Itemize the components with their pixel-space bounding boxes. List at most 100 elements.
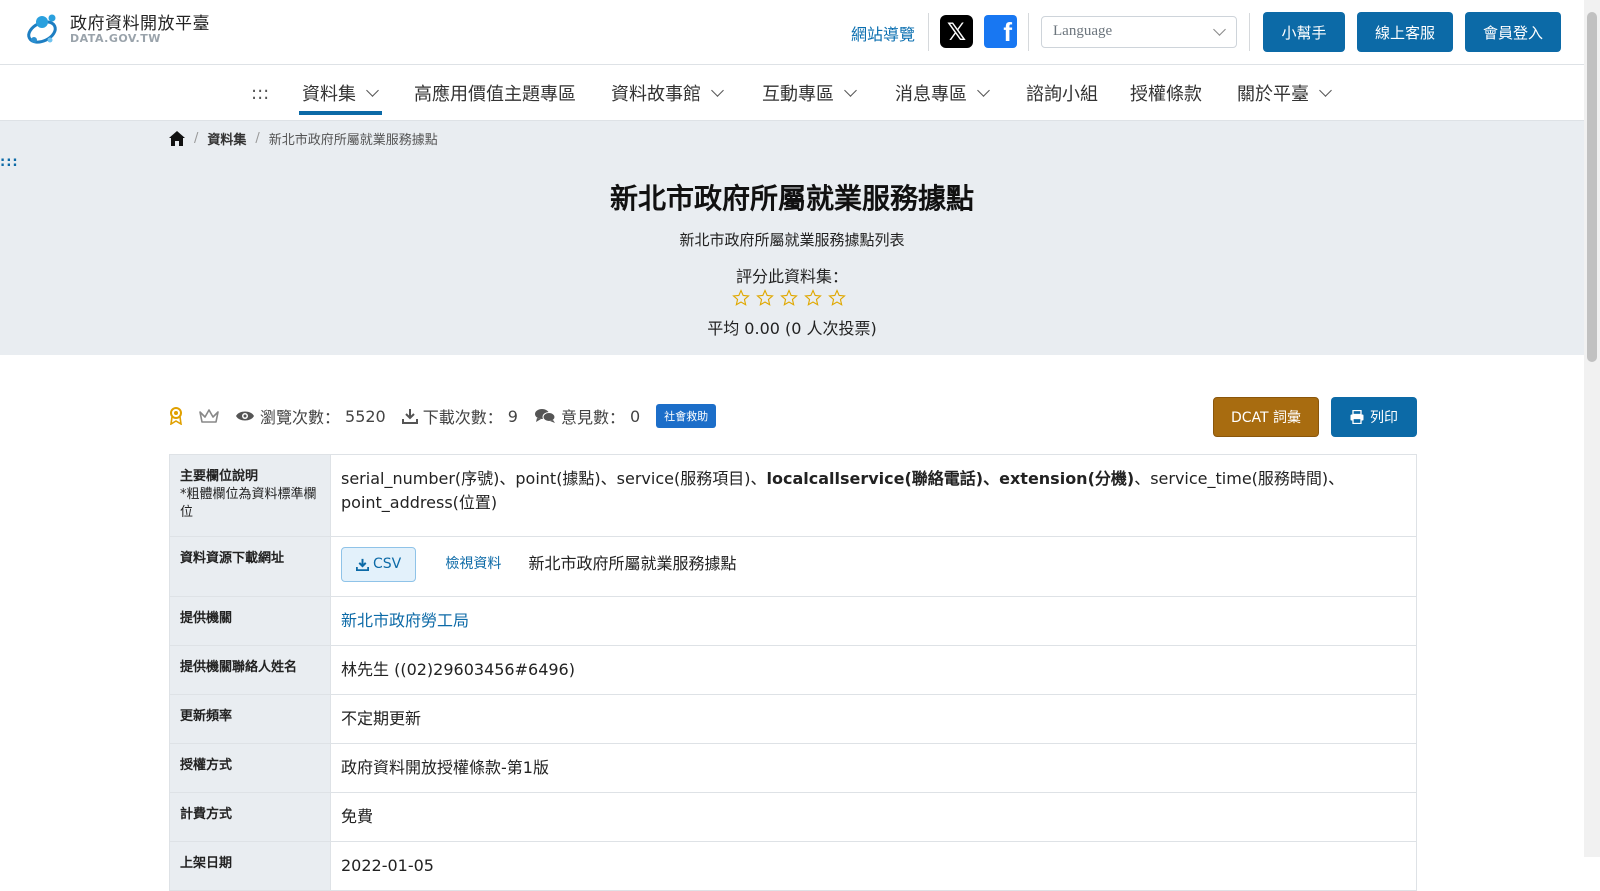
fields-key: 主要欄位說明 *粗體欄位為資料標準欄位 (169, 454, 331, 537)
rating-stars (732, 289, 846, 307)
facebook-icon[interactable]: f (984, 15, 1017, 48)
table-row: 授權方式 政府資料開放授權條款-第1版 (169, 742, 1417, 793)
contact-value: 林先生 ((02)29603456#6496) (330, 644, 1417, 695)
star-icon[interactable] (828, 289, 846, 307)
comments-label: 意見數： (560, 408, 625, 427)
home-icon[interactable] (169, 131, 185, 146)
comments-icon (534, 409, 556, 423)
chevron-down-icon (711, 84, 724, 97)
star-icon[interactable] (804, 289, 822, 307)
divider (1028, 13, 1029, 51)
nav-item-advisory[interactable]: 諮詢小組 (1026, 80, 1098, 106)
nav-item-license[interactable]: 授權條款 (1130, 80, 1202, 106)
nav-item-label: 互動專區 (762, 84, 834, 105)
breadcrumb: / 資料集 / 新北市政府所屬就業服務據點 (169, 129, 438, 148)
table-row: 更新頻率 不定期更新 (169, 693, 1417, 744)
nav-item-label: 資料集 (302, 84, 356, 105)
nav-item-about[interactable]: 關於平臺 (1237, 80, 1332, 106)
logo-subtitle: DATA.GOV.TW (70, 32, 161, 46)
fee-value: 免費 (330, 791, 1417, 842)
star-icon[interactable] (732, 289, 750, 307)
breadcrumb-current: 新北市政府所屬就業服務據點 (268, 133, 438, 148)
nav-item-label: 授權條款 (1130, 84, 1202, 105)
scrollbar-thumb[interactable] (1587, 12, 1597, 362)
divider (928, 13, 929, 51)
nav-item-stories[interactable]: 資料故事館 (611, 80, 724, 106)
sitemap-link[interactable]: 網站導覽 (851, 21, 915, 45)
category-tag[interactable]: 社會救助 (656, 404, 717, 428)
fields-key-label: 主要欄位說明 (180, 469, 259, 484)
csv-label: CSV (373, 555, 402, 572)
star-icon[interactable] (756, 289, 774, 307)
dataset-info-table: 主要欄位說明 *粗體欄位為資料標準欄位 serial_number(序號)、po… (169, 454, 1417, 891)
resource-key: 資料資源下載網址 (169, 535, 331, 597)
printer-icon (1350, 410, 1364, 424)
nav-item-label: 關於平臺 (1237, 84, 1309, 105)
logo-title: 政府資料開放平臺 (70, 13, 210, 34)
site-header: 政府資料開放平臺 DATA.GOV.TW 網站導覽 𝕏 f Language 小… (0, 0, 1584, 65)
chevron-down-icon (1213, 23, 1226, 36)
downloads-stat: 下載次數： 9 (401, 404, 518, 428)
dataset-description: 新北市政府所屬就業服務據點列表 (679, 231, 905, 249)
table-row: 提供機關 新北市政府勞工局 (169, 595, 1417, 646)
eye-icon (236, 411, 254, 421)
org-link[interactable]: 新北市政府勞工局 (341, 611, 469, 630)
table-row: 計費方式 免費 (169, 791, 1417, 842)
table-row: 上架日期 2022-01-05 (169, 840, 1417, 891)
nav-item-label: 高應用價值主題專區 (414, 84, 576, 105)
x-logo-icon[interactable]: 𝕏 (940, 15, 973, 48)
comments-count: 0 (629, 406, 641, 426)
dcat-button[interactable]: DCAT 詞彙 (1213, 397, 1319, 437)
csv-download-button[interactable]: CSV (341, 546, 417, 582)
chevron-down-icon (844, 84, 857, 97)
divider (1249, 13, 1250, 51)
dataset-stats: 瀏覽次數： 5520 下載次數： 9 意見數： 0 社會救助 (169, 402, 717, 430)
member-login-button[interactable]: 會員登入 (1465, 12, 1561, 52)
print-button[interactable]: 列印 (1331, 397, 1417, 437)
site-logo[interactable]: 政府資料開放平臺 DATA.GOV.TW (22, 10, 210, 50)
nav-item-news[interactable]: 消息專區 (895, 80, 990, 106)
views-label: 瀏覽次數： (260, 408, 341, 427)
resource-value: CSV 檢視資料 新北市政府所屬就業服務據點 (330, 535, 1417, 597)
nav-item-high-value[interactable]: 高應用價值主題專區 (414, 80, 576, 106)
breadcrumb-separator: / (194, 131, 199, 146)
view-data-link[interactable]: 檢視資料 (445, 556, 501, 572)
content-skip-anchor[interactable]: ::: (0, 155, 19, 170)
data-gov-logo-icon (22, 10, 62, 50)
download-icon (401, 409, 418, 424)
star-icon[interactable] (780, 289, 798, 307)
page-title: 新北市政府所屬就業服務據點 (609, 182, 974, 215)
rating-average: 平均 0.00 (0 人次投票) (707, 319, 877, 338)
nav-item-label: 消息專區 (895, 84, 967, 105)
nav-item-label: 資料故事館 (611, 84, 701, 105)
table-row: 提供機關聯絡人姓名 林先生 ((02)29603456#6496) (169, 644, 1417, 695)
nav-item-datasets[interactable]: 資料集 (302, 80, 379, 106)
license-key: 授權方式 (169, 742, 331, 793)
nav-item-interactive[interactable]: 互動專區 (762, 80, 857, 106)
online-service-button[interactable]: 線上客服 (1357, 12, 1453, 52)
fields-text-bold: localcallservice(聯絡電話)、extension(分機) (766, 469, 1135, 488)
chevron-down-icon (1319, 84, 1332, 97)
crown-icon (199, 408, 219, 424)
nav-item-label: 諮詢小組 (1026, 84, 1098, 105)
frequency-value: 不定期更新 (330, 693, 1417, 744)
publish-date-value: 2022-01-05 (330, 840, 1417, 891)
breadcrumb-datasets[interactable]: 資料集 (207, 129, 246, 148)
comments-stat: 意見數： 0 (534, 404, 640, 428)
table-row: 資料資源下載網址 CSV 檢視資料 新北市政府所屬就業服務據點 (169, 535, 1417, 597)
nav-active-indicator (299, 111, 382, 115)
chevron-down-icon (977, 84, 990, 97)
chevron-down-icon (366, 84, 379, 97)
rating-label: 評分此資料集： (735, 267, 848, 286)
publish-date-key: 上架日期 (169, 840, 331, 891)
table-row: 主要欄位說明 *粗體欄位為資料標準欄位 serial_number(序號)、po… (169, 454, 1417, 537)
nav-skip-anchor[interactable]: ::: (251, 80, 269, 106)
contact-key: 提供機關聯絡人姓名 (169, 644, 331, 695)
dataset-hero: / 資料集 / 新北市政府所屬就業服務據點 ::: 新北市政府所屬就業服務據點 … (0, 121, 1584, 355)
main-nav: ::: 資料集 高應用價值主題專區 資料故事館 互動專區 消息專區 諮詢小組 授… (0, 65, 1584, 121)
fee-key: 計費方式 (169, 791, 331, 842)
org-value: 新北市政府勞工局 (330, 595, 1417, 646)
helper-button[interactable]: 小幫手 (1263, 12, 1345, 52)
language-select-value: Language (1053, 23, 1113, 39)
language-select[interactable]: Language (1041, 16, 1237, 48)
